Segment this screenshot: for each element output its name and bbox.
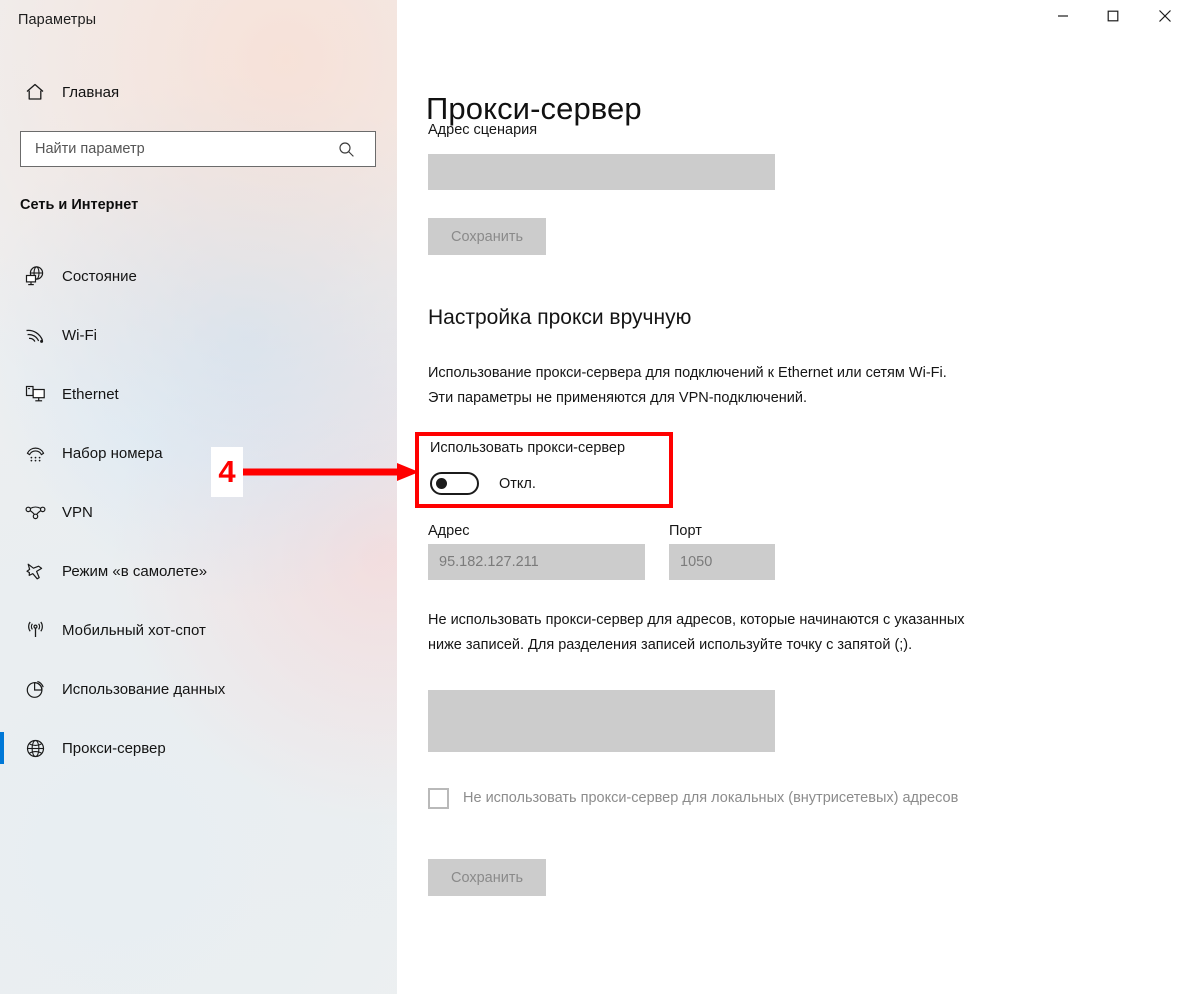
use-proxy-toggle[interactable] [430, 472, 479, 495]
data-usage-pie-icon [12, 678, 58, 701]
window-title: Параметры [18, 12, 97, 28]
minimize-icon [1057, 10, 1069, 22]
script-address-label: Адрес сценария [428, 122, 538, 138]
vpn-icon [12, 501, 58, 524]
sidebar-item-label: Использование данных [62, 681, 226, 698]
exceptions-input[interactable] [428, 690, 775, 752]
script-address-input[interactable] [428, 154, 775, 190]
sidebar-item-label: Ethernet [62, 386, 119, 403]
manual-proxy-save-button[interactable]: Сохранить [428, 859, 546, 896]
bypass-local-label: Не использовать прокси-сервер для локаль… [463, 790, 959, 806]
annotation-arrow-icon [243, 462, 419, 482]
sidebar-nav-list: Состояние Wi-Fi Ethernet Набор номера VP… [0, 247, 397, 778]
home-icon [12, 81, 58, 103]
bypass-local-checkbox[interactable] [428, 788, 449, 809]
sidebar-item-proxy[interactable]: Прокси-сервер [0, 719, 397, 778]
sidebar-item-ethernet[interactable]: Ethernet [0, 365, 397, 424]
sidebar-item-label: Wi-Fi [62, 327, 97, 344]
maximize-button[interactable] [1090, 0, 1136, 32]
search-box[interactable] [20, 131, 376, 167]
hotspot-icon [12, 619, 58, 642]
sidebar-item-status[interactable]: Состояние [0, 247, 397, 306]
close-icon [1158, 9, 1172, 23]
sidebar-item-airplane-mode[interactable]: Режим «в самолете» [0, 542, 397, 601]
sidebar-item-label: Мобильный хот-спот [62, 622, 206, 639]
manual-proxy-heading: Настройка прокси вручную [428, 306, 692, 329]
sidebar-item-label: Прокси-сервер [62, 740, 166, 757]
sidebar-group-title: Сеть и Интернет [20, 197, 139, 213]
use-proxy-label: Использовать прокси-сервер [430, 440, 626, 456]
wifi-icon [12, 324, 58, 347]
manual-proxy-description: Использование прокси-сервера для подключ… [428, 365, 947, 406]
bypass-local-row[interactable]: Не использовать прокси-сервер для локаль… [428, 786, 988, 811]
search-input[interactable] [33, 133, 327, 165]
use-proxy-toggle-state: Откл. [499, 475, 536, 492]
exceptions-description: Не использовать прокси-сервер для адресо… [428, 612, 965, 653]
sidebar-item-label: Режим «в самолете» [62, 563, 208, 580]
toggle-knob [436, 478, 447, 489]
search-icon[interactable] [327, 141, 365, 158]
sidebar: Главная Сеть и Интернет [0, 0, 397, 994]
proxy-port-input[interactable] [669, 544, 775, 580]
script-address-save-button[interactable]: Сохранить [428, 218, 546, 255]
sidebar-item-mobile-hotspot[interactable]: Мобильный хот-спот [0, 601, 397, 660]
use-proxy-toggle-row: Откл. [430, 472, 536, 495]
proxy-address-label: Адрес [428, 523, 470, 539]
ethernet-icon [12, 383, 58, 406]
sidebar-item-home[interactable]: Главная [0, 70, 397, 114]
proxy-globe-icon [12, 737, 58, 760]
dialup-phone-icon [12, 442, 58, 465]
selection-indicator [0, 732, 4, 764]
proxy-port-label: Порт [669, 523, 702, 539]
proxy-address-input[interactable] [428, 544, 645, 580]
maximize-icon [1107, 10, 1119, 22]
sidebar-item-label: Состояние [62, 268, 137, 285]
close-button[interactable] [1142, 0, 1188, 32]
settings-window: Параметры Главная Найти параметр Сеть и … [0, 0, 1200, 994]
airplane-icon [12, 560, 58, 583]
sidebar-item-label: Набор номера [62, 445, 163, 462]
minimize-button[interactable] [1040, 0, 1086, 32]
content-area: Прокси-сервер [397, 0, 1200, 994]
annotation-step-number: 4 [211, 447, 243, 497]
sidebar-item-vpn[interactable]: VPN [0, 483, 397, 542]
sidebar-item-label: VPN [62, 504, 93, 521]
sidebar-item-wifi[interactable]: Wi-Fi [0, 306, 397, 365]
title-bar: Параметры [0, 0, 1200, 44]
sidebar-item-data-usage[interactable]: Использование данных [0, 660, 397, 719]
sidebar-item-home-label: Главная [62, 83, 120, 101]
status-globe-icon [12, 265, 58, 288]
